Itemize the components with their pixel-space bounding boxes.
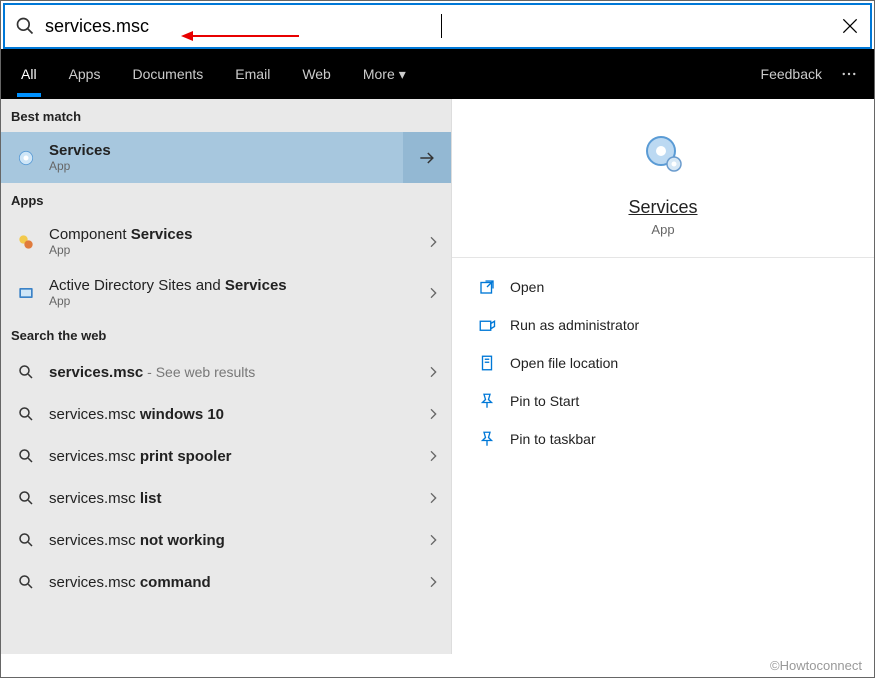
search-icon (15, 361, 37, 383)
tab-web[interactable]: Web (298, 52, 335, 97)
search-bar (3, 3, 872, 49)
action-label: Open file location (510, 355, 618, 371)
result-title: Services (49, 142, 393, 159)
filter-tabs: All Apps Documents Email Web More▾ Feedb… (1, 49, 874, 99)
chevron-right-icon (425, 234, 441, 250)
preview-panel: Services App Open Run as administrator O… (451, 99, 874, 654)
feedback-link[interactable]: Feedback (761, 66, 822, 82)
tab-email[interactable]: Email (231, 52, 274, 97)
result-title: services.msc not working (49, 532, 425, 549)
tab-more[interactable]: More▾ (359, 52, 410, 97)
action-run-as-admin[interactable]: Run as administrator (452, 306, 874, 344)
chevron-right-icon (425, 406, 441, 422)
action-label: Pin to taskbar (510, 431, 596, 447)
tab-all[interactable]: All (17, 52, 41, 97)
search-icon (15, 529, 37, 551)
result-title: Active Directory Sites and Services (49, 277, 425, 294)
tab-documents[interactable]: Documents (128, 52, 207, 97)
action-pin-to-taskbar[interactable]: Pin to taskbar (452, 420, 874, 458)
result-app[interactable]: Active Directory Sites and Services App (1, 267, 451, 318)
chevron-right-icon (425, 285, 441, 301)
action-pin-to-start[interactable]: Pin to Start (452, 382, 874, 420)
result-web[interactable]: services.msc windows 10 (1, 393, 451, 435)
result-title: services.msc command (49, 574, 425, 591)
text-cursor (441, 14, 442, 38)
chevron-right-icon (425, 574, 441, 590)
search-icon (15, 445, 37, 467)
chevron-right-icon (425, 364, 441, 380)
chevron-right-icon (425, 532, 441, 548)
result-web[interactable]: services.msc command (1, 561, 451, 603)
result-title: services.msc list (49, 490, 425, 507)
result-title: services.msc - See web results (49, 364, 425, 381)
section-best-match: Best match (1, 99, 451, 132)
action-label: Run as administrator (510, 317, 639, 333)
search-icon (15, 403, 37, 425)
more-options-icon[interactable] (840, 65, 858, 83)
result-web[interactable]: services.msc - See web results (1, 351, 451, 393)
tab-apps[interactable]: Apps (65, 52, 105, 97)
result-title: services.msc windows 10 (49, 406, 425, 423)
results-panel: Best match Services App Apps Component (1, 99, 451, 654)
result-subtitle: App (49, 159, 393, 173)
action-label: Pin to Start (510, 393, 579, 409)
pin-taskbar-icon (478, 430, 496, 448)
preview-title[interactable]: Services (452, 197, 874, 218)
result-subtitle: App (49, 294, 425, 308)
chevron-right-icon (425, 490, 441, 506)
result-web[interactable]: services.msc list (1, 477, 451, 519)
section-apps: Apps (1, 183, 451, 216)
result-best-match[interactable]: Services App (1, 132, 403, 183)
pin-start-icon (478, 392, 496, 410)
services-app-icon (15, 147, 37, 169)
chevron-down-icon: ▾ (399, 66, 406, 82)
result-web[interactable]: services.msc not working (1, 519, 451, 561)
result-web[interactable]: services.msc print spooler (1, 435, 451, 477)
result-title: services.msc print spooler (49, 448, 425, 465)
search-icon (15, 487, 37, 509)
folder-icon (478, 354, 496, 372)
result-title: Component Services (49, 226, 425, 243)
result-subtitle: App (49, 243, 425, 257)
search-icon (15, 16, 35, 36)
ad-sites-icon (15, 282, 37, 304)
search-input[interactable] (35, 16, 443, 37)
watermark: ©Howtoconnect (770, 658, 862, 673)
component-services-icon (15, 231, 37, 253)
preview-subtitle: App (452, 222, 874, 237)
services-large-icon (639, 129, 687, 177)
chevron-right-icon (425, 448, 441, 464)
open-arrow-button[interactable] (403, 132, 451, 183)
action-label: Open (510, 279, 544, 295)
close-icon[interactable] (840, 16, 860, 36)
shield-admin-icon (478, 316, 496, 334)
open-icon (478, 278, 496, 296)
result-app[interactable]: Component Services App (1, 216, 451, 267)
action-open[interactable]: Open (452, 268, 874, 306)
action-open-file-location[interactable]: Open file location (452, 344, 874, 382)
search-icon (15, 571, 37, 593)
section-search-web: Search the web (1, 318, 451, 351)
